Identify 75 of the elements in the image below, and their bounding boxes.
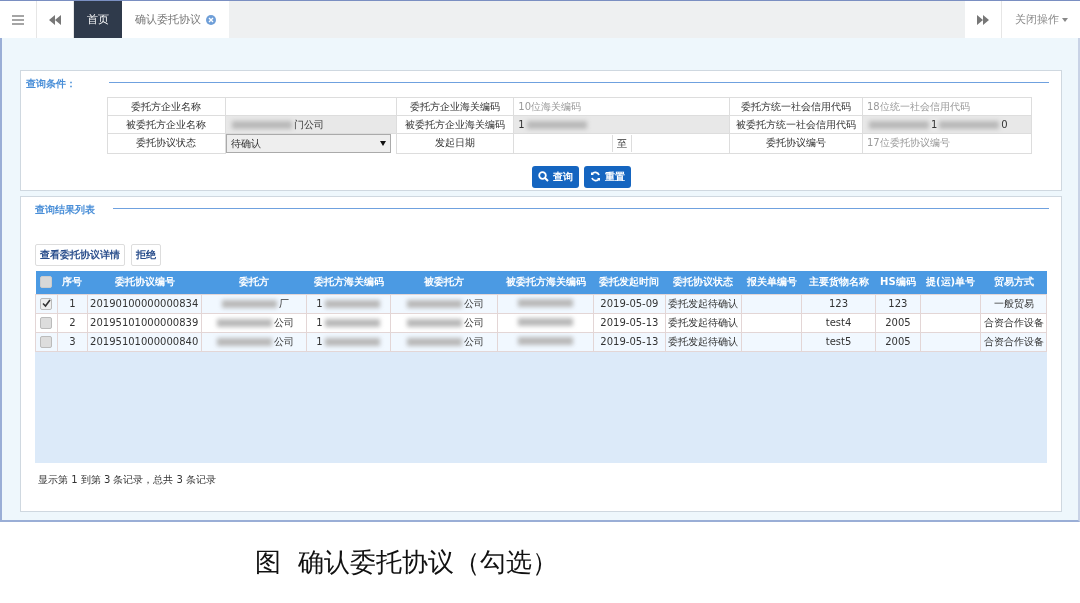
close-menu-button[interactable]: 关闭操作 xyxy=(1002,1,1080,38)
section-title: 查询条件： xyxy=(26,77,77,91)
reset-button[interactable]: 重置 xyxy=(583,165,631,188)
column-header: 提(运)单号 xyxy=(920,271,981,294)
column-header: 委托方 xyxy=(201,271,307,294)
action-button[interactable]: 查看委托协议详情 xyxy=(35,244,125,266)
tab[interactable]: 确认委托协议 xyxy=(122,1,229,38)
column-header: 委托发起时间 xyxy=(593,271,665,294)
row-checkbox[interactable] xyxy=(40,316,53,329)
field-label: 委托协议状态 xyxy=(107,133,226,153)
field-label: 委托协议编号 xyxy=(729,133,863,153)
fast-forward-icon[interactable] xyxy=(965,1,1002,38)
field-label: 被委托方统一社会信用代码 xyxy=(729,115,863,134)
table-cell: 2005 xyxy=(885,336,911,347)
pagination-info: 显示第 1 到第 3 条记录，总共 3 条记录 xyxy=(38,473,218,487)
search-icon xyxy=(537,171,549,182)
action-button[interactable]: 拒绝 xyxy=(131,244,161,266)
refresh-icon xyxy=(589,171,601,182)
table-cell: 一般贸易 xyxy=(993,297,1034,309)
table-cell: 委托发起待确认 xyxy=(667,335,738,347)
blurred-text: 公司 xyxy=(214,315,294,330)
row-checkbox[interactable] xyxy=(40,335,53,348)
table-cell: 20195101000000840 xyxy=(90,336,199,347)
table-cell: 委托发起待确认 xyxy=(667,316,738,328)
field-label: 被委托方企业名称 xyxy=(107,115,226,134)
table-cell: 合资合作设备 xyxy=(983,335,1044,347)
menu-icon[interactable] xyxy=(0,1,37,38)
field-label: 被委托方企业海关编码 xyxy=(396,115,514,134)
field-label: 委托方企业海关编码 xyxy=(396,97,514,116)
table-cell: test5 xyxy=(825,336,852,347)
table-cell: 2 xyxy=(69,317,76,328)
column-header: 主要货物名称 xyxy=(801,271,876,294)
row-checkbox[interactable] xyxy=(40,297,53,310)
table-cell: 2019-05-13 xyxy=(600,317,659,328)
close-icon[interactable] xyxy=(206,14,216,25)
table-cell: 123 xyxy=(828,298,849,309)
field-label: 发起日期 xyxy=(396,133,514,153)
blurred-text: 1 xyxy=(316,336,382,347)
table-cell: 20190100000000834 xyxy=(90,298,199,309)
table-cell: test4 xyxy=(825,317,852,328)
tab[interactable]: 首页 xyxy=(74,1,122,38)
column-header: 序号 xyxy=(57,271,88,294)
table-cell: 2019-05-13 xyxy=(600,336,659,347)
blurred-text: 公司 xyxy=(404,296,484,311)
column-header: 贸易方式 xyxy=(980,271,1047,294)
table-cell: 1 xyxy=(69,298,76,309)
section-title: 查询结果列表 xyxy=(34,203,96,217)
field-label: 委托方统一社会信用代码 xyxy=(729,97,863,116)
field-label: 委托方企业名称 xyxy=(107,97,226,116)
column-header: HS编码 xyxy=(875,271,921,294)
table-cell: 2019-05-09 xyxy=(600,298,659,309)
column-header: 报关单编号 xyxy=(741,271,802,294)
search-button[interactable]: 查询 xyxy=(531,165,579,188)
table-cell: 2005 xyxy=(885,317,911,328)
blurred-text: 1 xyxy=(316,298,382,309)
blurred-text: 公司 xyxy=(404,334,484,349)
figure-caption: 图 确认委托协议（勾选） xyxy=(255,546,558,579)
column-header: 委托协议状态 xyxy=(665,271,742,294)
column-header: 委托方海关编码 xyxy=(306,271,391,294)
column-header: 被委托方 xyxy=(390,271,498,294)
table-cell: 合资合作设备 xyxy=(983,316,1044,328)
blurred-text: 公司 xyxy=(404,315,484,330)
table-cell: 123 xyxy=(888,298,908,309)
select-all-checkbox[interactable] xyxy=(40,276,53,289)
blurred-text: 公司 xyxy=(214,334,294,349)
column-header: 被委托方海关编码 xyxy=(497,271,594,294)
rewind-icon[interactable] xyxy=(37,1,74,38)
table-cell: 20195101000000839 xyxy=(90,317,199,328)
blurred-text: 1 xyxy=(316,317,382,328)
column-header: 委托协议编号 xyxy=(87,271,202,294)
table-cell: 委托发起待确认 xyxy=(667,297,738,309)
blurred-text: 厂 xyxy=(219,296,289,311)
status-select[interactable]: 待确认 xyxy=(225,134,391,153)
input-field[interactable] xyxy=(225,97,397,116)
table-cell: 3 xyxy=(69,336,76,347)
